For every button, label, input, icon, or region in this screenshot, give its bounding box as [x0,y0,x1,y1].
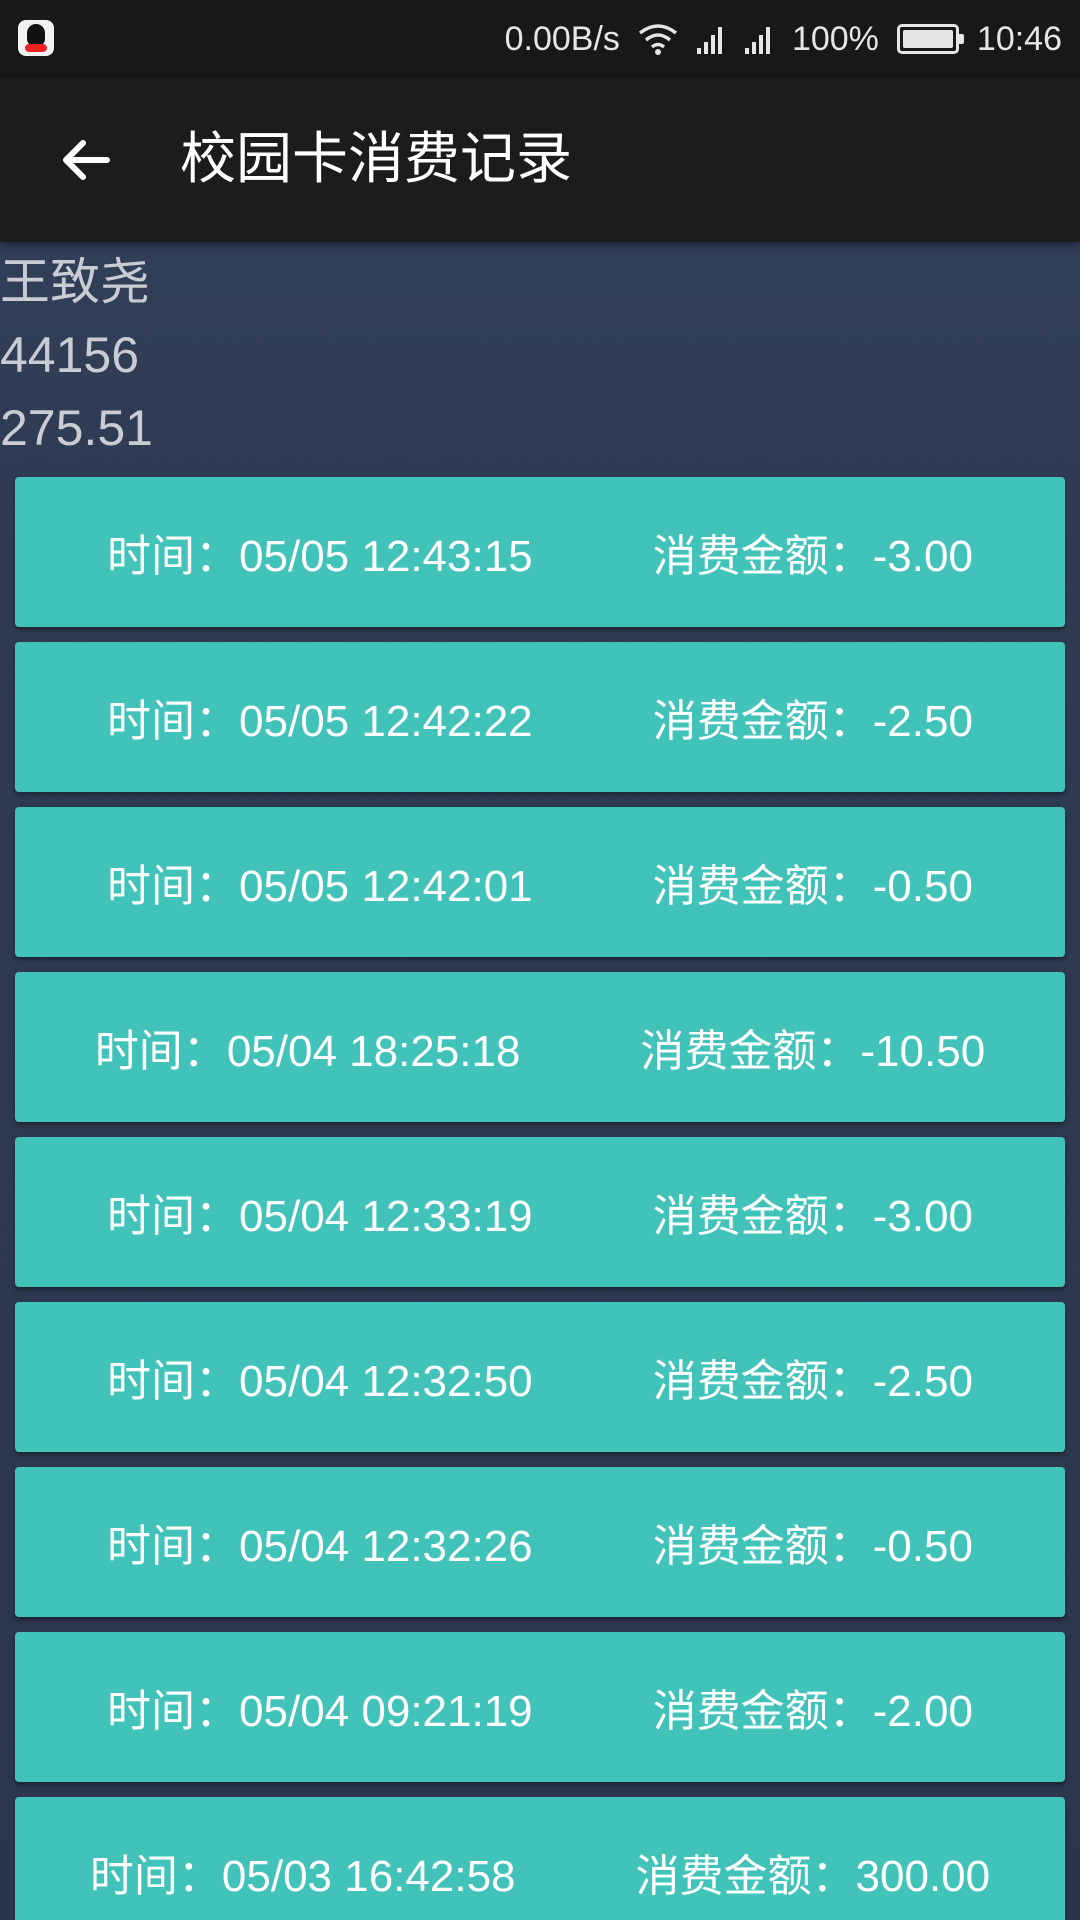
status-indicators: 0.00B/s 100% 10:46 [505,0,1062,78]
record-item[interactable]: 时间：05/04 18:25:18 消费金额：-10.50 [15,972,1065,1122]
user-info: 王致尧 44156 275.51 [0,246,153,465]
record-item[interactable]: 时间：05/05 12:42:01 消费金额：-0.50 [15,807,1065,957]
time-label: 时间： [107,862,240,911]
record-time: 05/04 18:25:18 [226,1027,521,1076]
record-time: 05/04 12:32:26 [239,1522,533,1571]
record-amount: -3.00 [872,532,973,581]
amount-label: 消费金额： [652,1192,873,1241]
amount-label: 消费金额： [652,862,873,911]
record-item[interactable]: 时间：05/05 12:43:15 消费金额：-3.00 [15,477,1065,627]
record-amount: 300.00 [855,1852,991,1901]
record-time: 05/04 09:21:19 [239,1687,533,1736]
user-id: 44156 [0,327,140,383]
record-item[interactable]: 时间：05/03 16:42:58 消费金额：300.00 [15,1797,1065,1920]
qq-icon [18,20,54,56]
amount-label: 消费金额： [640,1027,861,1076]
record-amount: -2.00 [872,1687,973,1736]
time-label: 时间： [107,1357,240,1406]
record-time: 05/05 12:42:22 [239,697,533,746]
record-time: 05/05 12:43:15 [239,532,533,581]
wifi-icon [638,24,678,55]
record-list[interactable]: 时间：05/05 12:43:15 消费金额：-3.00 时间：05/05 12… [15,477,1065,1920]
time-label: 时间： [107,532,240,581]
record-item[interactable]: 时间：05/05 12:42:22 消费金额：-2.50 [15,642,1065,792]
signal-icon [744,27,770,54]
record-amount: -3.00 [872,1192,973,1241]
record-amount: -0.50 [872,1522,973,1571]
net-speed: 0.00B/s [504,19,620,58]
time-label: 时间： [107,1687,240,1736]
record-time: 05/03 16:42:58 [221,1852,516,1901]
arrow-left-icon [63,140,110,180]
record-item[interactable]: 时间：05/04 09:21:19 消费金额：-2.00 [15,1632,1065,1782]
amount-label: 消费金额： [635,1852,856,1901]
time-label: 时间： [107,1522,240,1571]
record-item[interactable]: 时间：05/04 12:32:50 消费金额：-2.50 [15,1302,1065,1452]
app-bar: 校园卡消费记录 [0,78,1080,242]
back-button[interactable] [40,124,130,196]
battery-percent: 100% [791,19,879,58]
record-item[interactable]: 时间：05/04 12:33:19 消费金额：-3.00 [15,1137,1065,1287]
record-amount: -2.50 [872,1357,973,1406]
page-title: 校园卡消费记录 [180,127,572,192]
amount-label: 消费金额： [652,1522,873,1571]
record-time: 05/04 12:32:50 [239,1357,533,1406]
battery-icon [896,24,964,54]
signal-icon [696,27,722,54]
amount-label: 消费金额： [652,532,873,581]
time-label: 时间： [94,1027,227,1076]
amount-label: 消费金额： [652,1687,873,1736]
clock: 10:46 [976,19,1062,58]
record-amount: -0.50 [872,862,973,911]
record-item[interactable]: 时间：05/04 12:32:26 消费金额：-0.50 [15,1467,1065,1617]
record-amount: -2.50 [872,697,973,746]
time-label: 时间： [107,697,240,746]
status-bar: 0.00B/s 100% 10:46 [0,0,1080,78]
user-name: 王致尧 [0,254,150,310]
record-time: 05/05 12:42:01 [239,862,533,911]
record-time: 05/04 12:33:19 [239,1192,533,1241]
record-amount: -10.50 [860,1027,986,1076]
time-label: 时间： [107,1192,240,1241]
amount-label: 消费金额： [652,697,873,746]
time-label: 时间： [89,1852,222,1901]
amount-label: 消费金额： [652,1357,873,1406]
card-balance: 275.51 [0,400,153,456]
